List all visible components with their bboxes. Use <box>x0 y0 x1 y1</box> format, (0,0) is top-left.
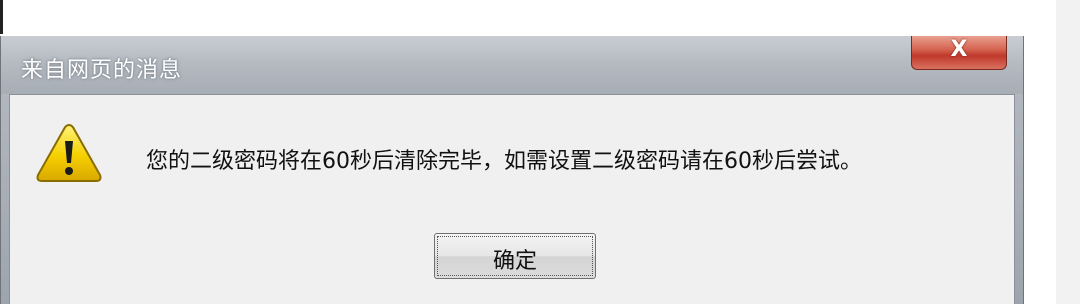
background-side-strip <box>1056 0 1080 304</box>
close-icon: X <box>950 37 968 62</box>
screen: 来自网页的消息 X 您的二级密码将在60秒后清除完毕，如需设置二级密码请在60秒 <box>0 0 1080 304</box>
warning-icon <box>36 123 102 182</box>
message-dialog: 来自网页的消息 X 您的二级密码将在60秒后清除完毕，如需设置二级密码请在60秒 <box>0 36 1024 304</box>
background-edge <box>0 0 3 34</box>
close-button[interactable]: X <box>911 36 1007 70</box>
dialog-message: 您的二级密码将在60秒后清除完毕，如需设置二级密码请在60秒后尝试。 <box>146 149 862 174</box>
dialog-titlebar[interactable]: 来自网页的消息 X <box>1 36 1023 94</box>
ok-button[interactable]: 确定 <box>434 233 596 279</box>
dialog-content: 您的二级密码将在60秒后清除完毕，如需设置二级密码请在60秒后尝试。 确定 <box>9 94 1015 304</box>
ok-button-label: 确定 <box>492 249 537 274</box>
dialog-title: 来自网页的消息 <box>21 58 183 83</box>
